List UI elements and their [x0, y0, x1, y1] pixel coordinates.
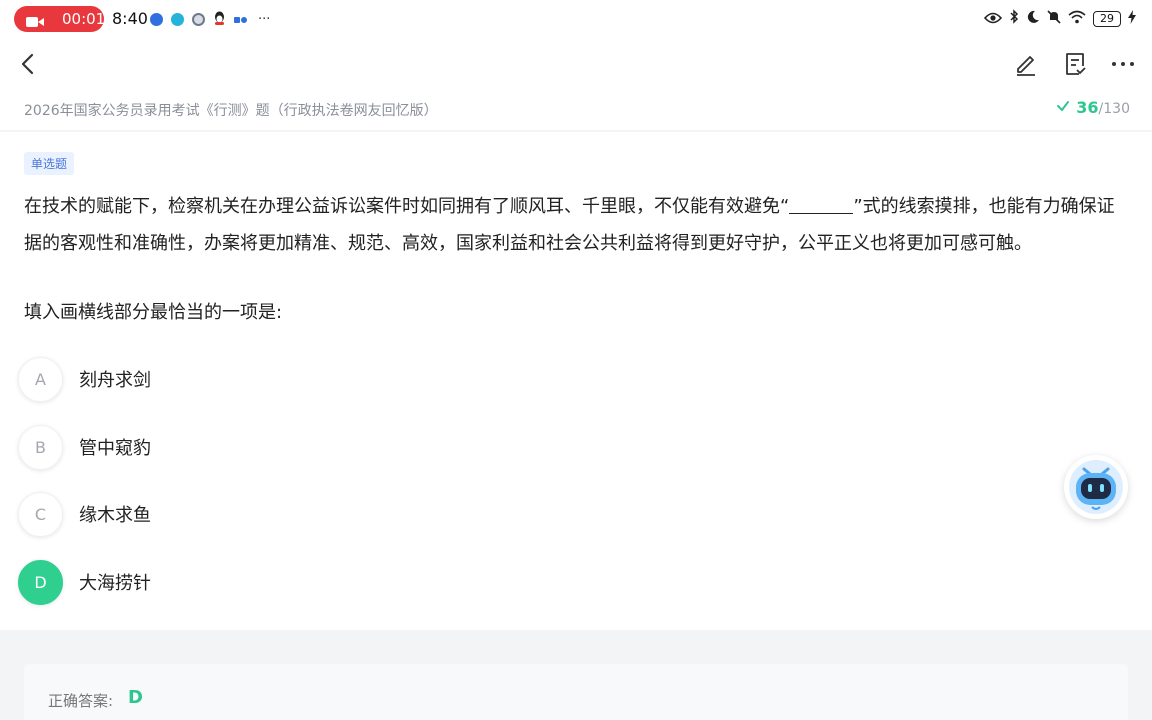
option-letter: D	[18, 559, 63, 605]
screen-record-indicator[interactable]: 00:01	[14, 6, 106, 32]
answer-panel: 正确答案: D	[24, 664, 1128, 720]
exam-title: 2026年国家公务员录用考试《行测》题（行政执法卷网友回忆版）	[24, 103, 438, 119]
qq-icon	[213, 10, 226, 29]
option-c[interactable]: C 缘木求鱼	[18, 491, 718, 537]
app-notification-icon	[150, 13, 163, 26]
clock: 8:40	[112, 9, 148, 28]
ai-assistant-button[interactable]	[1064, 455, 1128, 519]
question-type-tag: 单选题	[24, 152, 75, 175]
option-letter: C	[18, 491, 63, 537]
system-status-icons: 29	[983, 9, 1136, 28]
more-options-button[interactable]	[1109, 50, 1137, 78]
question-stem: 在技术的赋能下，检察机关在办理公益诉讼案件时如同拥有了顺风耳、千里眼，不仅能有效…	[24, 188, 1128, 262]
option-b[interactable]: B 管中窥豹	[18, 424, 718, 470]
option-text: 管中窥豹	[79, 438, 151, 459]
option-text: 刻舟求剑	[79, 370, 151, 391]
correct-answer-label: 正确答案:	[48, 692, 114, 710]
question-prompt: 填入画横线部分最恰当的一项是:	[24, 302, 283, 323]
answer-sheet-icon	[1066, 53, 1086, 75]
progress-current: 36	[1076, 98, 1099, 117]
top-app-bar	[0, 38, 1152, 94]
option-d[interactable]: D 大海捞针	[18, 559, 718, 605]
bluetooth-icon	[1009, 9, 1019, 28]
record-timer: 00:01	[62, 10, 106, 28]
app-notification-icon	[171, 13, 184, 26]
pencil-icon	[1017, 56, 1035, 76]
option-letter: B	[18, 424, 63, 470]
notification-icons: ···	[150, 10, 270, 29]
option-text: 缘木求鱼	[79, 505, 151, 526]
app-notification-icon	[192, 13, 205, 26]
question-progress: 36/130	[1056, 98, 1130, 117]
robot-icon	[1069, 460, 1123, 514]
correct-answer-value: D	[128, 687, 143, 708]
moon-icon	[1026, 9, 1040, 28]
option-a[interactable]: A 刻舟求剑	[18, 356, 718, 402]
option-letter: A	[18, 356, 63, 402]
edit-note-button[interactable]	[1012, 50, 1040, 78]
check-icon	[1056, 98, 1070, 117]
more-notifications-icon: ···	[258, 12, 271, 27]
mute-icon	[1047, 9, 1061, 28]
exam-header: 2026年国家公务员录用考试《行测》题（行政执法卷网友回忆版） 36/130	[0, 94, 1152, 130]
progress-total: /130	[1098, 101, 1130, 117]
chevron-left-icon	[21, 53, 34, 75]
charging-icon	[1128, 9, 1136, 28]
option-text: 大海捞针	[79, 573, 151, 594]
fill-blank	[789, 192, 854, 214]
question-stem-text: 在技术的赋能下，检察机关在办理公益诉讼案件时如同拥有了顺风耳、千里眼，不仅能有效…	[24, 196, 790, 217]
answer-sheet-button[interactable]	[1061, 50, 1089, 78]
app-notification-icon	[234, 10, 248, 29]
question-card: 单选题 在技术的赋能下，检察机关在办理公益诉讼案件时如同拥有了顺风耳、千里眼，不…	[0, 132, 1152, 630]
eye-icon	[983, 9, 1003, 28]
wifi-icon	[1068, 9, 1086, 28]
more-horizontal-icon	[1112, 62, 1134, 66]
video-camera-icon	[26, 13, 44, 27]
status-bar: 00:01 8:40 ··· 29	[0, 0, 1152, 38]
battery-indicator: 29	[1093, 10, 1121, 27]
back-button[interactable]	[14, 50, 44, 80]
